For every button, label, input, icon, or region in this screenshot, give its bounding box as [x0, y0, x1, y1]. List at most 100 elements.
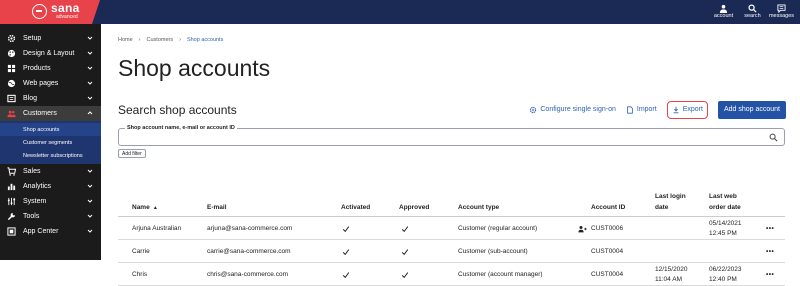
sana-logo-icon — [32, 4, 47, 19]
sidebar-item-app-center[interactable]: App Center — [0, 224, 101, 239]
sidebar-item-analytics[interactable]: Analytics — [0, 179, 101, 194]
chevron-down-icon — [87, 36, 93, 40]
sidebar-item-system[interactable]: System — [0, 194, 101, 209]
cell-time: 12:45 PM — [709, 229, 737, 237]
search-heading: Search shop accounts — [118, 103, 237, 117]
import-label: Import — [636, 106, 657, 113]
top-bar: sana advanced account search messages — [0, 0, 800, 24]
breadcrumb: Home › Customers › Shop accounts — [118, 37, 223, 43]
breadcrumb-current: Shop accounts — [186, 37, 224, 43]
impersonate-icon[interactable] — [578, 217, 587, 240]
column-header-last-order[interactable]: Last web order date — [709, 191, 741, 213]
breadcrumb-home[interactable]: Home — [118, 37, 133, 43]
sidebar-item-customers[interactable]: Customers — [0, 106, 101, 121]
submenu-item-shop-accounts[interactable]: Shop accounts — [0, 123, 101, 136]
brand-name: sana — [51, 1, 80, 15]
gear-icon — [7, 34, 16, 43]
cell-email: arjuna@sana-commerce.com — [207, 224, 293, 232]
messages-button[interactable]: messages — [769, 0, 794, 24]
chevron-right-icon: › — [179, 37, 181, 43]
sidebar-item-label: Customers — [23, 110, 57, 117]
sidebar-item-products[interactable]: Products — [0, 61, 101, 76]
submenu-item-customer-segments[interactable]: Customer segments — [0, 136, 101, 149]
table-row[interactable]: Arjuna Australian arjuna@sana-commerce.c… — [118, 217, 785, 240]
cell-time: 11:04 AM — [655, 275, 682, 283]
sidebar-item-tools[interactable]: Tools — [0, 209, 101, 224]
chevron-down-icon — [87, 81, 93, 85]
sidebar-item-design-layout[interactable]: Design & Layout — [0, 46, 101, 61]
sidebar-item-setup[interactable]: Setup — [0, 31, 101, 46]
sidebar-item-label: System — [23, 198, 47, 205]
cart-icon — [7, 167, 16, 176]
add-filter-button[interactable]: Add filter — [118, 149, 146, 158]
row-actions-menu-icon[interactable]: ••• — [766, 263, 774, 286]
search-button[interactable]: search — [740, 0, 765, 24]
column-header-label: order date — [709, 204, 741, 211]
globe-icon — [7, 79, 16, 88]
cell-name[interactable]: Arjuna Australian — [132, 217, 181, 240]
tools-icon — [7, 212, 16, 221]
export-button[interactable]: Export — [666, 100, 708, 119]
customers-submenu: Shop accounts Customer segments Newslett… — [0, 121, 101, 164]
sidebar-item-web-pages[interactable]: Web pages — [0, 76, 101, 91]
cell-account-type: Customer (account manager) — [458, 270, 543, 278]
column-header-activated[interactable]: Activated — [341, 202, 370, 213]
add-shop-account-button[interactable]: Add shop account — [717, 100, 786, 119]
column-header-approved[interactable]: Approved — [399, 202, 429, 213]
sidebar-item-label: Blog — [23, 95, 38, 102]
export-label: Export — [682, 106, 703, 113]
column-header-label: Name — [132, 204, 150, 211]
shop-accounts-table: Name ▲ E-mail Activated Approved Account… — [118, 170, 785, 286]
sidebar-item-sales[interactable]: Sales — [0, 164, 101, 179]
column-header-account-id[interactable]: Account ID — [591, 202, 625, 213]
configure-sso-button[interactable]: Configure single sign-on — [529, 106, 616, 114]
column-header-name[interactable]: Name ▲ — [132, 202, 158, 214]
table-row[interactable]: Chris chris@sana-commerce.com Customer (… — [118, 263, 785, 286]
cell-name[interactable]: Chris — [132, 263, 147, 286]
column-header-last-login[interactable]: Last login date — [655, 191, 686, 213]
sidebar-item-label: Analytics — [23, 183, 52, 190]
search-field-label: Shop account name, e-mail or account ID — [125, 125, 237, 131]
chevron-down-icon — [87, 184, 93, 188]
chevron-down-icon — [87, 66, 93, 70]
cell-date: 05/14/2021 — [709, 219, 742, 227]
sidebar-item-label: Setup — [23, 35, 42, 42]
search-input[interactable] — [125, 133, 765, 143]
cell-last-login: 12/15/2020 11:04 AM — [655, 263, 688, 286]
cell-last-order: 05/14/2021 12:45 PM — [709, 217, 742, 240]
cell-account-id: CUST0006 — [591, 224, 624, 232]
messages-label: messages — [768, 13, 795, 19]
column-header-account-type[interactable]: Account type — [458, 202, 499, 213]
search-icon — [748, 4, 757, 13]
main-content: Home › Customers › Shop accounts Shop ac… — [101, 24, 800, 286]
account-icon — [719, 4, 728, 13]
chevron-up-icon — [87, 111, 93, 115]
table-header: Name ▲ E-mail Activated Approved Account… — [118, 170, 785, 217]
sidebar-item-label: App Center — [23, 228, 59, 235]
cell-account-type: Customer (regular account) — [458, 224, 538, 232]
breadcrumb-customers[interactable]: Customers — [147, 37, 174, 43]
sidebar-item-blog[interactable]: Blog — [0, 91, 101, 106]
cell-time: 12:40 PM — [709, 275, 737, 283]
search-field: Shop account name, e-mail or account ID — [118, 125, 785, 146]
sidebar-item-label: Web pages — [23, 80, 59, 87]
logo[interactable]: sana advanced — [0, 0, 100, 24]
search-icon[interactable] — [769, 133, 778, 142]
brand-sub: advanced — [56, 14, 78, 20]
column-header-email[interactable]: E-mail — [207, 202, 227, 213]
import-button[interactable]: Import — [626, 105, 657, 114]
document-icon — [627, 105, 633, 114]
row-actions-menu-icon[interactable]: ••• — [766, 217, 774, 240]
chevron-down-icon — [87, 214, 93, 218]
cell-email: chris@sana-commerce.com — [207, 270, 289, 278]
toolbar: Configure single sign-on Import Export A… — [529, 100, 786, 119]
configure-sso-label: Configure single sign-on — [540, 106, 616, 113]
users-icon — [7, 110, 16, 118]
cell-date: 06/22/2023 — [709, 265, 742, 273]
palette-icon — [7, 49, 16, 58]
system-icon — [7, 197, 16, 206]
submenu-item-newsletter-subscriptions[interactable]: Newsletter subscriptions — [0, 149, 101, 162]
sidebar-item-label: Design & Layout — [23, 50, 75, 57]
account-button[interactable]: account — [711, 0, 736, 24]
chevron-right-icon: › — [138, 37, 141, 43]
